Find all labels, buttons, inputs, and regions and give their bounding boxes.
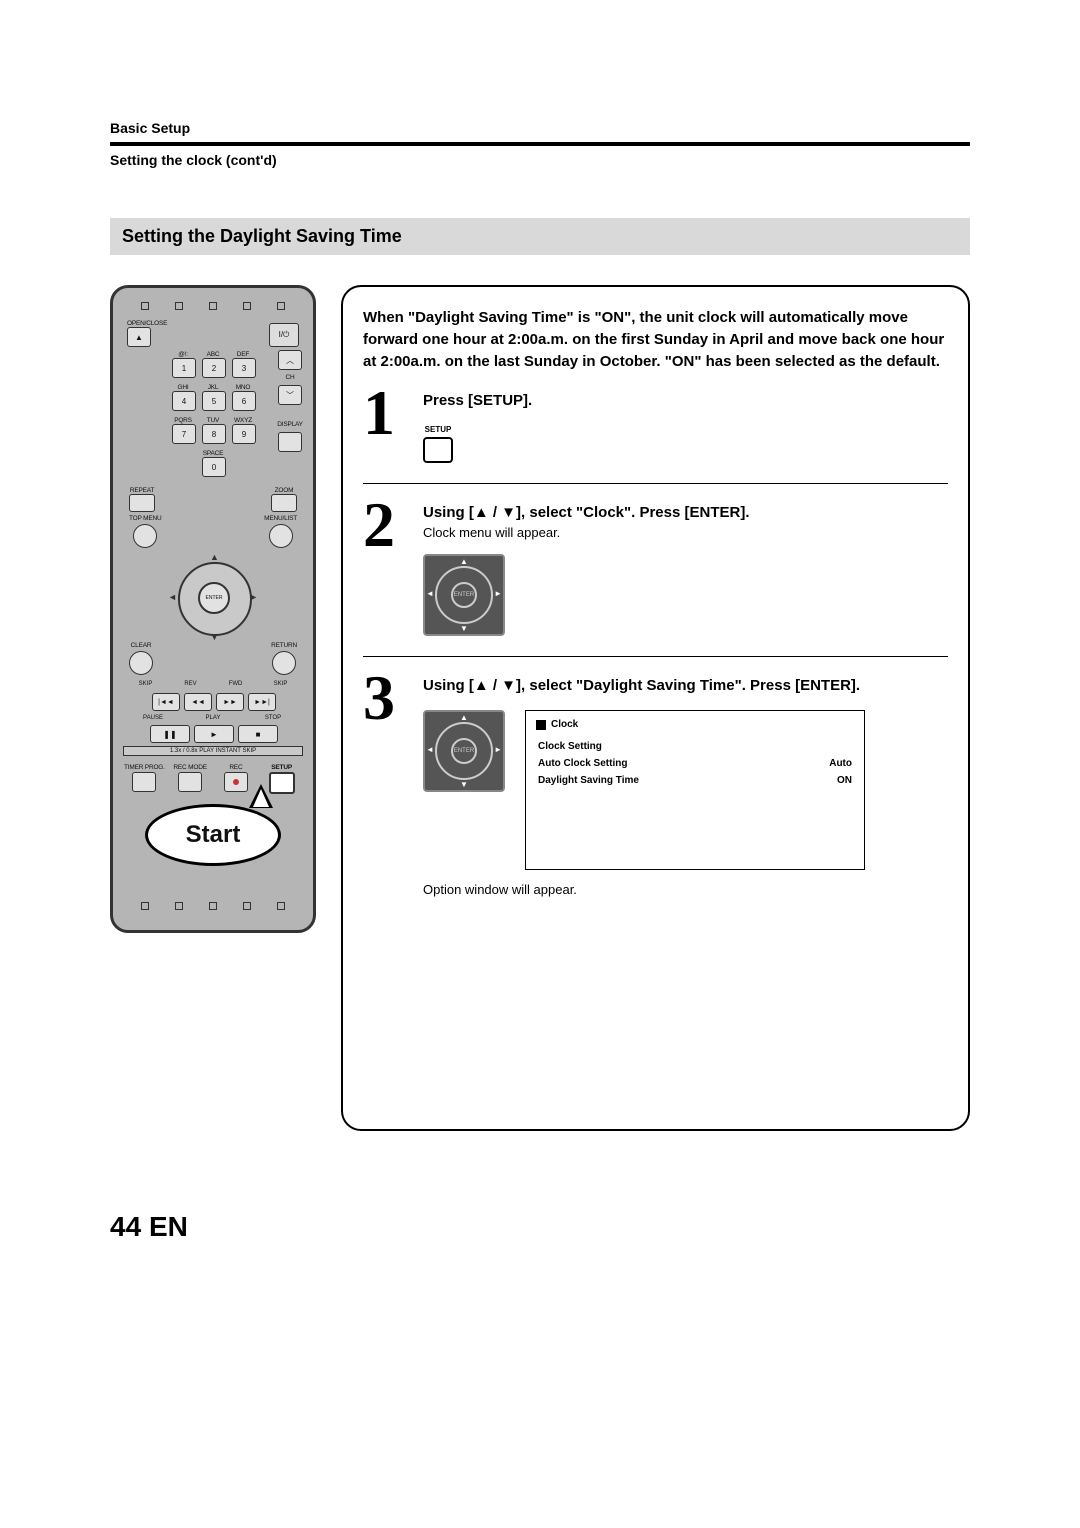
return-button[interactable] [272, 651, 296, 675]
repeat-button[interactable] [129, 494, 155, 512]
start-callout-text: Start [145, 804, 281, 866]
osd-clock-menu: Clock Clock Setting Auto Clock SettingAu… [525, 710, 865, 870]
key-1[interactable]: 1 [172, 358, 196, 378]
zoom-button[interactable] [271, 494, 297, 512]
osd-row: Daylight Saving TimeON [536, 772, 854, 789]
timer-prog-button[interactable] [132, 772, 156, 792]
divider [110, 142, 970, 146]
step-2-note: Clock menu will appear. [423, 525, 948, 540]
key-0[interactable]: 0 [202, 457, 226, 477]
step-3: 3 Using [▲ / ▼], select "Daylight Saving… [363, 669, 948, 917]
section-subtitle: Setting the clock (cont'd) [110, 152, 970, 168]
label-stop: STOP [243, 715, 303, 721]
dpad-icon: ENTER ▲▼◄► [423, 710, 505, 792]
remote-dpad[interactable]: ENTER ▲▼◄► [170, 554, 256, 640]
pause-button[interactable]: ❚❚ [150, 725, 190, 743]
label-open-close: OPEN/CLOSE [127, 320, 167, 327]
remote-control-illustration: OPEN/CLOSE ▲ I/⏻ @!:1 ABC2 DEF3 GHI4 JKL… [110, 285, 316, 933]
step-2: 2 Using [▲ / ▼], select "Clock". Press [… [363, 496, 948, 657]
stop-button[interactable]: ■ [238, 725, 278, 743]
label-display: DISPLAY [277, 421, 303, 428]
display-button[interactable] [278, 432, 302, 452]
rev-button[interactable]: ◄◄ [184, 693, 212, 711]
label-return: RETURN [271, 642, 297, 649]
key-9[interactable]: 9 [232, 424, 256, 444]
clear-button[interactable] [129, 651, 153, 675]
key-8[interactable]: 8 [202, 424, 226, 444]
label-menu-list: MENU/LIST [264, 515, 297, 522]
label-rev: REV [168, 681, 213, 687]
instructions-panel: When "Daylight Saving Time" is "ON", the… [341, 285, 970, 1131]
label-rec-mode: REC MODE [169, 764, 212, 771]
label-rec: REC [215, 764, 258, 771]
breadcrumb: Basic Setup [110, 120, 970, 136]
label-ch: CH [286, 374, 295, 381]
label-clear: CLEAR [129, 642, 153, 649]
page-lang: EN [149, 1211, 188, 1242]
key-6[interactable]: 6 [232, 391, 256, 411]
label-repeat: REPEAT [129, 487, 155, 494]
enter-button[interactable]: ENTER [198, 582, 230, 614]
key-2[interactable]: 2 [202, 358, 226, 378]
step-1-number: 1 [363, 384, 413, 463]
skip-back-button[interactable]: |◄◄ [152, 693, 180, 711]
label-setup: SETUP [260, 764, 303, 771]
power-button[interactable]: I/⏻ [269, 323, 299, 347]
play-button[interactable]: ► [194, 725, 234, 743]
start-callout: Start [143, 804, 283, 866]
page-footer: 44 EN [110, 1211, 970, 1243]
step-2-number: 2 [363, 496, 413, 636]
label-timer-prog: TIMER PROG. [123, 764, 166, 771]
label-skip-fwd: SKIP [258, 681, 303, 687]
label-play: PLAY [183, 715, 243, 721]
step-2-heading: Using [▲ / ▼], select "Clock". Press [EN… [423, 502, 948, 523]
label-skip-back: SKIP [123, 681, 168, 687]
menu-list-button[interactable] [269, 524, 293, 548]
osd-row: Auto Clock SettingAuto [536, 755, 854, 772]
ch-up-button[interactable]: ︿ [278, 350, 302, 370]
label-fwd: FWD [213, 681, 258, 687]
fwd-button[interactable]: ►► [216, 693, 244, 711]
section-title: Setting the Daylight Saving Time [110, 218, 970, 255]
step-1-heading: Press [SETUP]. [423, 390, 948, 411]
strip-label: 1.3x / 0.8x PLAY INSTANT SKIP [123, 746, 303, 756]
key-4[interactable]: 4 [172, 391, 196, 411]
label-zoom: ZOOM [271, 487, 297, 494]
key-3[interactable]: 3 [232, 358, 256, 378]
rec-mode-button[interactable] [178, 772, 202, 792]
top-menu-button[interactable] [133, 524, 157, 548]
intro-text: When "Daylight Saving Time" is "ON", the… [363, 307, 948, 372]
step-3-heading: Using [▲ / ▼], select "Daylight Saving T… [423, 675, 948, 696]
setup-button-icon: SETUP [423, 425, 453, 463]
open-close-button[interactable]: ▲ [127, 327, 151, 347]
osd-row: Clock Setting [536, 738, 854, 755]
key-7[interactable]: 7 [172, 424, 196, 444]
skip-fwd-button[interactable]: ►►| [248, 693, 276, 711]
label-top-menu: TOP MENU [129, 515, 161, 522]
rec-button[interactable] [224, 772, 248, 792]
clock-osd-icon [536, 720, 546, 730]
step-1: 1 Press [SETUP]. SETUP [363, 384, 948, 484]
osd-title: Clock [551, 719, 578, 730]
dpad-icon: ENTER ▲▼◄► [423, 554, 505, 636]
page-number: 44 [110, 1211, 141, 1242]
ch-down-button[interactable]: ﹀ [278, 385, 302, 405]
label-pause: PAUSE [123, 715, 183, 721]
step-3-foot-note: Option window will appear. [423, 882, 948, 897]
step-3-number: 3 [363, 669, 413, 897]
key-5[interactable]: 5 [202, 391, 226, 411]
